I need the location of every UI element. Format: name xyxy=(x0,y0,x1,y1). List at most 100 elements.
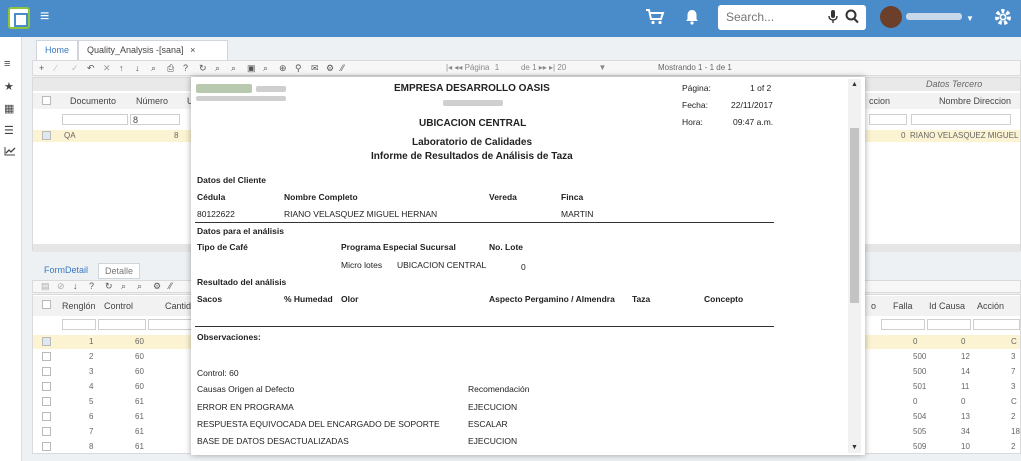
mail-icon[interactable]: ✉ xyxy=(311,63,319,74)
delete-icon[interactable]: ✕ xyxy=(103,63,111,74)
gear-icon[interactable] xyxy=(993,7,1013,29)
star-icon[interactable]: ★ xyxy=(4,80,14,93)
arrow-down-icon[interactable]: ↓ xyxy=(135,63,140,73)
search-icon[interactable]: ⌕ xyxy=(121,281,126,292)
first-page-icon[interactable]: |◂ ◂◂ xyxy=(446,63,465,72)
cell-renglon: 4 xyxy=(89,382,94,391)
settings-icon[interactable]: ⚙ xyxy=(153,281,161,292)
column-header-cantid[interactable]: Cantid xyxy=(165,296,191,316)
cell-id-causa: 10 xyxy=(961,442,970,451)
username-blurred[interactable] xyxy=(906,13,962,20)
help-icon[interactable]: ? xyxy=(183,63,188,73)
refresh-icon[interactable]: ↻ xyxy=(199,63,207,74)
help-icon[interactable]: ? xyxy=(89,281,94,291)
row-checkbox[interactable] xyxy=(42,442,51,451)
column-header-accion[interactable]: Acción xyxy=(977,296,1004,316)
filter-nombre-direccion[interactable] xyxy=(911,114,1011,125)
next-page-icon[interactable]: ▸▸ ▸| xyxy=(539,63,558,72)
tab-quality-analysis[interactable]: Quality_Analysis -[sana] × xyxy=(78,40,228,60)
cell-accion: 3 xyxy=(1011,352,1016,361)
column-header-o[interactable]: o xyxy=(871,296,876,316)
column-header-nombre-direccion[interactable]: Nombre Direccion xyxy=(939,93,1011,109)
bell-icon[interactable] xyxy=(685,9,699,30)
resize-icon[interactable]: ⁄⁄ xyxy=(169,281,172,291)
find-icon[interactable]: ⌕ xyxy=(137,281,142,292)
avatar[interactable] xyxy=(880,6,902,28)
calendar-icon[interactable]: ▦ xyxy=(4,102,14,115)
resize-icon[interactable]: ⁄⁄ xyxy=(341,63,344,73)
search-icon[interactable] xyxy=(845,9,859,26)
row-checkbox[interactable] xyxy=(42,382,51,391)
filter-cantid[interactable] xyxy=(148,319,192,330)
column-header-id-causa[interactable]: Id Causa xyxy=(929,296,965,316)
search-icon[interactable]: ⌕ xyxy=(215,63,220,74)
arrow-up-icon[interactable]: ↑ xyxy=(119,63,124,73)
search-input[interactable] xyxy=(726,10,826,24)
cancel-icon[interactable]: ⊘ xyxy=(57,281,65,292)
cell-accion: C xyxy=(1011,397,1017,406)
chevron-down-icon[interactable]: ▼ xyxy=(599,63,607,72)
recomendacion-2: ESCALAR xyxy=(468,419,508,429)
label-vereda: Vereda xyxy=(489,192,517,202)
cart-icon[interactable] xyxy=(645,9,665,30)
page-size-select[interactable]: 20 xyxy=(557,63,566,72)
undo-icon[interactable]: ↶ xyxy=(87,63,95,74)
arrow-down-icon[interactable]: ↓ xyxy=(73,281,78,291)
microphone-icon[interactable] xyxy=(828,9,838,26)
select-all-checkbox[interactable] xyxy=(42,300,51,309)
scroll-up-icon[interactable]: ▲ xyxy=(851,81,858,88)
filter-id-causa[interactable] xyxy=(927,319,971,330)
menu-icon[interactable]: ≡ xyxy=(40,8,49,26)
filter-direccion[interactable] xyxy=(869,114,907,125)
filter-numero[interactable]: 8 xyxy=(130,114,180,125)
attach-icon[interactable]: ⊕ xyxy=(279,63,287,74)
column-header-falla[interactable]: Falla xyxy=(893,296,913,316)
select-all-checkbox[interactable] xyxy=(42,96,51,105)
column-header-control[interactable]: Control xyxy=(104,296,133,316)
filter-numero-value: 8 xyxy=(133,115,139,125)
save-icon[interactable]: ▤ xyxy=(41,281,50,292)
chevron-down-icon[interactable]: ▼ xyxy=(966,14,974,23)
report-icon[interactable]: ▣ xyxy=(247,63,256,74)
label-taza: Taza xyxy=(632,294,651,304)
list-icon[interactable]: ≡ xyxy=(4,58,10,70)
filter-renglon[interactable] xyxy=(62,319,96,330)
find-icon[interactable]: ⌕ xyxy=(231,63,236,74)
refresh-icon[interactable]: ↻ xyxy=(105,281,113,292)
search-icon[interactable]: ⌕ xyxy=(263,63,268,74)
edit-icon[interactable]: ∕ xyxy=(55,63,57,73)
row-checkbox[interactable] xyxy=(42,412,51,421)
row-checkbox[interactable] xyxy=(42,131,51,140)
filter-documento[interactable] xyxy=(62,114,128,125)
row-checkbox[interactable] xyxy=(42,367,51,376)
print-icon[interactable]: ⎙ xyxy=(167,63,174,74)
filter-falla[interactable] xyxy=(881,319,925,330)
row-checkbox[interactable] xyxy=(42,427,51,436)
column-header-renglon[interactable]: Renglón xyxy=(62,296,96,316)
row-checkbox[interactable] xyxy=(42,352,51,361)
zoom-icon[interactable]: ⌕ xyxy=(151,63,156,74)
column-header-documento[interactable]: Documento xyxy=(70,93,116,109)
pin-icon[interactable]: ⚲ xyxy=(295,63,302,74)
tab-home[interactable]: Home xyxy=(36,40,79,60)
chart-icon[interactable] xyxy=(4,146,16,159)
report-scroll-thumb[interactable] xyxy=(850,128,859,303)
filter-accion[interactable] xyxy=(973,319,1020,330)
row-checkbox[interactable] xyxy=(42,337,51,346)
search-box[interactable] xyxy=(718,5,866,30)
column-header-direccion[interactable]: ccion xyxy=(869,93,890,109)
column-header-numero[interactable]: Número xyxy=(136,93,168,109)
app-logo[interactable] xyxy=(8,7,30,29)
server-icon[interactable]: ☰ xyxy=(4,124,14,137)
scroll-down-icon[interactable]: ▼ xyxy=(851,444,858,451)
check-icon[interactable]: ✓ xyxy=(71,63,79,74)
settings-icon[interactable]: ⚙ xyxy=(326,63,334,74)
filter-control[interactable] xyxy=(98,319,146,330)
add-icon[interactable]: + xyxy=(39,63,44,73)
label-cedula: Cédula xyxy=(197,192,226,202)
row-checkbox[interactable] xyxy=(42,397,51,406)
tab-detalle[interactable]: Detalle xyxy=(98,263,141,279)
close-icon[interactable]: × xyxy=(190,45,195,55)
tab-formdetail[interactable]: FormDetail xyxy=(44,265,88,275)
page-input[interactable]: 1 xyxy=(495,63,507,72)
